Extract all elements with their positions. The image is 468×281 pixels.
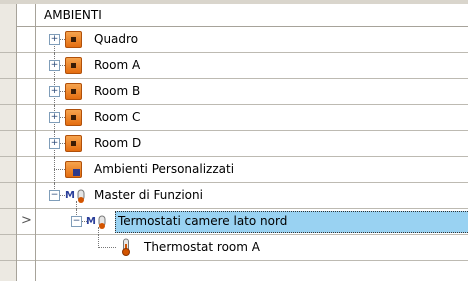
row-stub (0, 53, 16, 79)
row-indicator[interactable] (17, 27, 35, 53)
row-indicator[interactable] (17, 157, 35, 183)
row-indicator[interactable] (17, 105, 35, 131)
row-stub (0, 157, 16, 183)
grid-header-corner (17, 4, 35, 27)
collapse-icon[interactable]: − (49, 190, 60, 201)
tree-row-master-di-funzioni[interactable]: − M Master di Funzioni (36, 183, 468, 209)
tree-item-label: Room B (94, 84, 141, 98)
tree-row-room-d[interactable]: + Room D (36, 131, 468, 157)
room-icon (65, 57, 82, 74)
thermostat-icon (122, 238, 130, 256)
tree-item-label: Master di Funzioni (94, 188, 203, 202)
row-stub (0, 235, 16, 261)
svg-text:M: M (86, 216, 96, 227)
expand-icon[interactable]: + (49, 112, 60, 123)
row-stub (0, 105, 16, 131)
tree-row-room-c[interactable]: + Room C (36, 105, 468, 131)
row-stub (0, 131, 16, 157)
room-icon (65, 31, 82, 48)
tree-item-label: Thermostat room A (144, 240, 260, 254)
tree-row-thermostat-room-a[interactable]: Thermostat room A (36, 235, 468, 261)
current-row-arrow-icon: > (21, 213, 32, 228)
tree-row-ambienti-personalizzati[interactable]: Ambienti Personalizzati (36, 157, 468, 183)
row-stub (0, 27, 16, 53)
row-indicator-current[interactable]: > (17, 209, 35, 235)
row-stub (0, 79, 16, 105)
collapse-icon[interactable]: − (71, 216, 82, 227)
room-icon (65, 83, 82, 100)
expand-icon[interactable]: + (49, 60, 60, 71)
tree-item-label: Room D (94, 136, 142, 150)
column-header-label: AMBIENTI (44, 8, 102, 22)
row-indicator[interactable] (17, 79, 35, 105)
tree-row-quadro[interactable]: + Quadro (36, 27, 468, 53)
row-indicator[interactable] (17, 235, 35, 261)
tree-row-room-b[interactable]: + Room B (36, 79, 468, 105)
svg-text:M: M (65, 190, 75, 201)
row-indicator[interactable] (17, 183, 35, 209)
tree-item-label: Termostati camere lato nord (118, 214, 288, 228)
tree-item-label: Quadro (94, 32, 139, 46)
column-header[interactable]: AMBIENTI (36, 4, 468, 27)
row-indicator[interactable] (17, 53, 35, 79)
row-stub (0, 209, 16, 235)
master-functions-icon: M (86, 215, 106, 229)
expand-icon[interactable]: + (49, 34, 60, 45)
row-stub (0, 183, 16, 209)
tree-row-room-a[interactable]: + Room A (36, 53, 468, 79)
expand-icon[interactable]: + (49, 86, 60, 97)
tree-row-termostati-camere-lato-nord[interactable]: − M Termostati camere lato nord (36, 209, 468, 235)
expand-icon[interactable]: + (49, 138, 60, 149)
row-indicator[interactable] (17, 131, 35, 157)
tree-item-label: Room A (94, 58, 141, 72)
tree-item-label: Ambienti Personalizzati (94, 162, 235, 176)
tree-item-label: Room C (94, 110, 141, 124)
room-icon (65, 109, 82, 126)
room-icon (65, 135, 82, 152)
custom-room-icon (65, 161, 82, 178)
